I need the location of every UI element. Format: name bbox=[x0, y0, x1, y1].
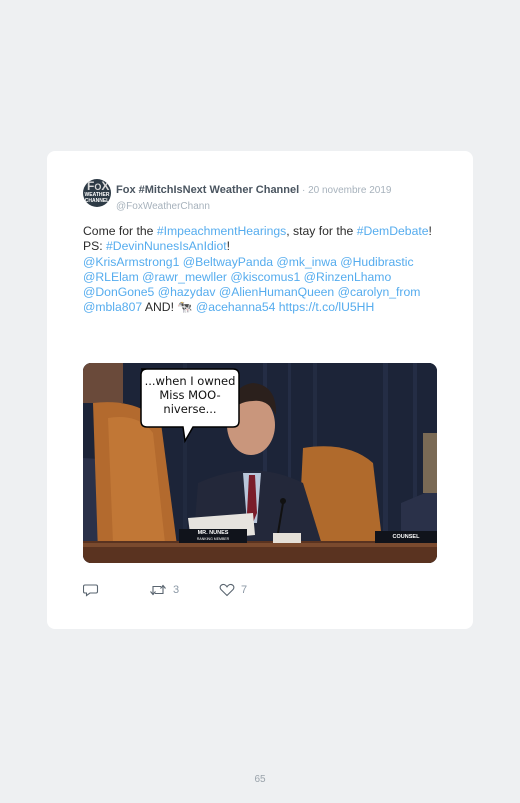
tweet-date[interactable]: 20 novembre 2019 bbox=[308, 185, 391, 196]
author-handle[interactable]: @FoxWeatherChann bbox=[116, 201, 391, 212]
like-count: 7 bbox=[241, 584, 248, 596]
avatar-logo-text: WEATHER CHANNEL bbox=[84, 192, 110, 204]
retweet-count: 3 bbox=[173, 584, 180, 596]
tweet-actions: 3 7 bbox=[83, 583, 443, 603]
author-display-name[interactable]: Fox #MitchIsNext Weather Channel bbox=[116, 184, 299, 196]
tweet-text-segment: Come for the bbox=[83, 224, 157, 238]
reply-button[interactable] bbox=[83, 583, 99, 597]
reply-icon bbox=[83, 584, 99, 597]
retweet-button[interactable]: 3 bbox=[149, 583, 179, 597]
tweet-text-segment: ! bbox=[428, 224, 432, 238]
nameplate-title: RANKING MEMBER bbox=[196, 537, 230, 541]
separator-dot: · bbox=[299, 185, 309, 196]
tweet-media-image[interactable]: ...when I owned Miss MOO-niverse... MR. … bbox=[83, 363, 437, 563]
nameplate-nunes: MR. NUNES RANKING MEMBER bbox=[179, 530, 247, 542]
tweet-text-segment: PS: bbox=[83, 239, 107, 254]
hearing-photo bbox=[83, 363, 437, 563]
tweet-card: FOX WEATHER CHANNEL Fox #MitchIsNext Weat… bbox=[47, 151, 473, 629]
tweet-author-block: Fox #MitchIsNext Weather Channel · 20 no… bbox=[116, 180, 391, 212]
page-number: 65 bbox=[254, 774, 266, 785]
heart-icon bbox=[219, 583, 235, 597]
avatar[interactable]: FOX WEATHER CHANNEL bbox=[83, 179, 111, 207]
tweet-text-segment: AND! 🐄 bbox=[142, 300, 196, 315]
speech-bubble-text: ...when I owned Miss MOO-niverse... bbox=[144, 374, 236, 416]
tweet-link[interactable]: @acehanna54 https://t.co/lU5HH bbox=[196, 300, 374, 314]
tweet-text-segment: ! bbox=[226, 239, 231, 254]
tweet-text-segment: , stay for the bbox=[286, 224, 357, 238]
tweet-link[interactable]: #DevinNunesIsAnIdiot bbox=[106, 239, 227, 253]
retweet-icon bbox=[150, 584, 166, 596]
nameplate-counsel: COUNSEL bbox=[392, 534, 420, 540]
tweet-link[interactable]: #DemDebate bbox=[357, 224, 429, 238]
tweet-header: FOX WEATHER CHANNEL Fox #MitchIsNext Weat… bbox=[83, 179, 443, 212]
like-button[interactable]: 7 bbox=[219, 583, 247, 597]
tweet-link[interactable]: #ImpeachmentHearings bbox=[157, 224, 286, 238]
tweet-text: Come for the #ImpeachmentHearings, stay … bbox=[83, 224, 443, 316]
